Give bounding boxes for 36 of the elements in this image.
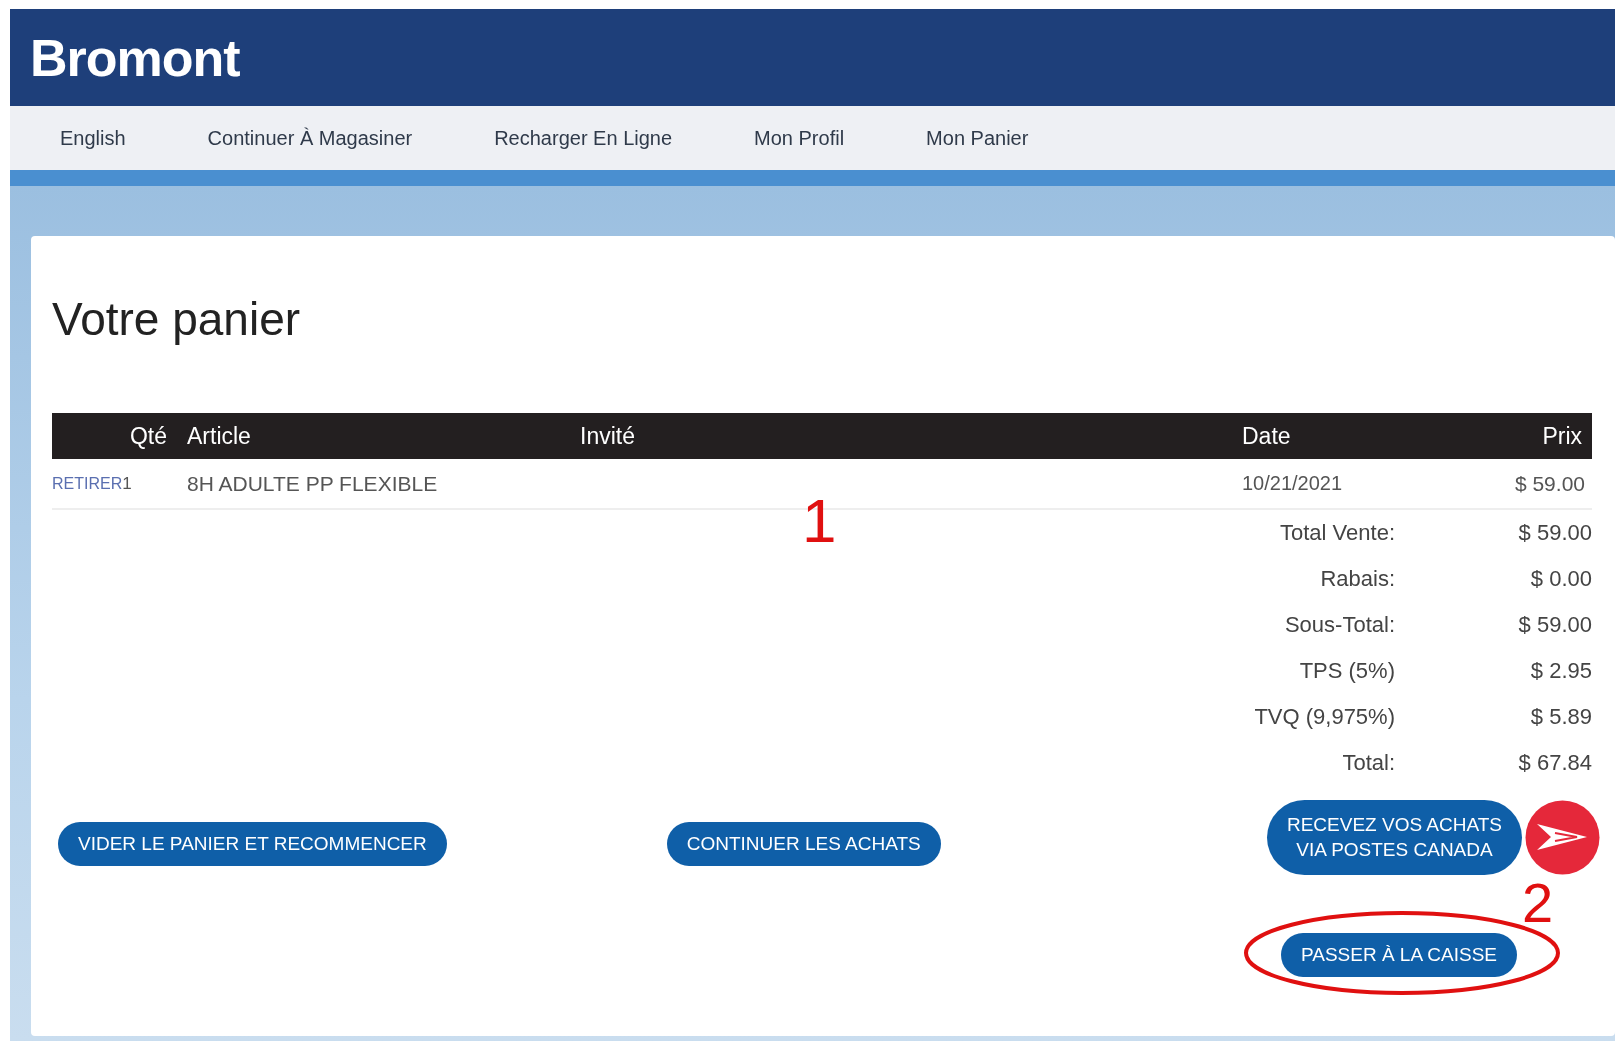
- checkout-button[interactable]: PASSER À LA CAISSE: [1280, 933, 1518, 978]
- column-header: Article: [186, 422, 252, 450]
- total-value: $ 59.00: [1517, 611, 1592, 640]
- nav-link[interactable]: Mon Panier: [926, 126, 1029, 150]
- nav-link[interactable]: Continuer À Magasiner: [207, 126, 413, 150]
- table-cell-text: 8H ADULTE PP FLEXIBLE: [186, 471, 439, 496]
- envelope-logo-icon[interactable]: [1525, 800, 1600, 876]
- column-header: Invité: [580, 422, 636, 450]
- empty-cart-button[interactable]: VIDER LE PANIER ET RECOMMENCER: [58, 822, 447, 867]
- logo[interactable]: Bromont: [30, 27, 240, 88]
- column-header: Qté: [128, 422, 168, 450]
- total-label: TVQ (9,975%): [1253, 703, 1395, 732]
- column-header: Date: [1242, 422, 1292, 450]
- column-header: Prix: [1541, 422, 1583, 450]
- page-title: Votre panier: [52, 292, 302, 347]
- canada-post-button[interactable]: RECEVEZ VOS ACHATS VIA POSTES CANADA: [1266, 800, 1522, 876]
- nav-link[interactable]: Mon Profil: [754, 126, 845, 150]
- total-value: $ 5.89: [1529, 703, 1592, 732]
- total-label: TPS (5%): [1298, 657, 1395, 686]
- total-value: $ 2.95: [1529, 657, 1592, 686]
- total-value: $ 0.00: [1529, 565, 1592, 594]
- total-label: Sous-Total:: [1283, 611, 1395, 640]
- table-cell-text: $ 59.00: [1513, 471, 1586, 496]
- table-cell-text: 10/21/2021: [1242, 472, 1344, 496]
- nav-link[interactable]: English: [60, 126, 126, 150]
- total-value: $ 59.00: [1517, 519, 1592, 548]
- quantity: 1: [122, 473, 132, 494]
- continue-shopping-button[interactable]: CONTINUER LES ACHATS: [666, 822, 941, 867]
- nav-link[interactable]: Recharger En Ligne: [494, 126, 673, 150]
- annotation-number: 1: [802, 490, 837, 553]
- total-label: Total Vente:: [1279, 519, 1395, 548]
- annotation-number: 2: [1521, 875, 1554, 932]
- remove-link[interactable]: RETIRER: [52, 474, 123, 493]
- total-label: Rabais:: [1319, 565, 1395, 594]
- total-value: $ 67.84: [1517, 749, 1592, 778]
- total-label: Total:: [1341, 749, 1395, 778]
